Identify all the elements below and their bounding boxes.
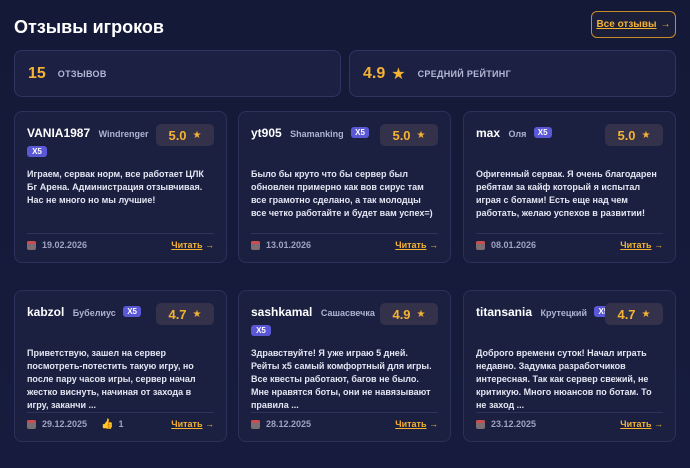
read-more-label: Читать: [620, 240, 652, 250]
review-text: Здравствуйте! Я уже играю 5 дней. Рейты …: [251, 348, 432, 411]
arrow-right-icon: →: [205, 240, 214, 250]
average-rating-label: средний рейтинг: [417, 68, 511, 79]
review-username: titansania: [476, 305, 533, 319]
review-rating-value: 5.0: [392, 127, 411, 143]
read-more-link[interactable]: Читать →: [395, 240, 438, 250]
review-card: VANIA1987 Windrenger X5 5.0 ★ Играем, се…: [14, 111, 227, 263]
review-text: Играем, сервак норм, все работает ЦЛК Бг…: [27, 169, 204, 206]
calendar-icon: [251, 240, 260, 250]
review-username: max: [476, 126, 501, 140]
average-rating-value: 4.9: [363, 64, 386, 82]
star-icon: ★: [192, 308, 202, 320]
read-more-label: Читать: [395, 419, 427, 429]
server-rate-badge: X5: [251, 325, 271, 336]
review-text: Было бы круто что бы сервер был обновлен…: [251, 169, 433, 219]
calendar-icon: [27, 240, 36, 250]
reviews-count-card: 15 отзывов: [14, 50, 341, 97]
divider: [251, 233, 438, 234]
review-card: max Оля X5 5.0 ★ Офигенный сервак. Я оче…: [463, 111, 676, 263]
calendar-icon: [476, 240, 485, 250]
divider: [27, 233, 214, 234]
arrow-right-icon: →: [660, 19, 671, 30]
star-icon: ★: [416, 308, 426, 320]
review-card: sashkamal Сашасвечка X5 4.9 ★ Здравствуй…: [238, 290, 451, 442]
review-date: 19.02.2026: [42, 240, 88, 250]
server-rate-badge: X5: [533, 127, 552, 139]
page-title: Отзывы игроков: [14, 17, 164, 37]
reviews-count-value: 15: [28, 64, 46, 82]
review-character-name: Крутецкий: [540, 308, 587, 318]
star-icon: ★: [416, 129, 426, 141]
review-rating: 4.7 ★: [156, 303, 214, 325]
review-date: 29.12.2025: [42, 419, 88, 429]
read-more-link[interactable]: Читать →: [620, 419, 663, 429]
review-character-name: Оля: [508, 129, 527, 139]
review-rating: 4.9 ★: [380, 303, 438, 325]
read-more-label: Читать: [171, 419, 203, 429]
review-rating: 5.0 ★: [156, 124, 214, 146]
review-rating-value: 4.7: [168, 306, 187, 322]
divider: [27, 412, 214, 413]
review-card: yt905 Shamanking X5 5.0 ★ Было бы круто …: [238, 111, 451, 263]
review-date: 23.12.2025: [491, 419, 537, 429]
review-rating-value: 4.9: [392, 306, 411, 322]
review-username: yt905: [251, 126, 282, 140]
read-more-link[interactable]: Читать →: [171, 240, 214, 250]
divider: [476, 412, 663, 413]
thumbs-up-icon: 👍: [101, 418, 114, 430]
review-character-name: Сашасвечка: [320, 308, 375, 318]
server-rate-badge: X5: [351, 127, 369, 139]
all-reviews-button[interactable]: Все отзывы →: [591, 11, 676, 38]
all-reviews-label: Все отзывы: [596, 19, 657, 30]
review-text: Приветствую, зашел на сервер посмотреть-…: [27, 348, 196, 411]
arrow-right-icon: →: [205, 419, 214, 429]
review-character-name: Shamanking: [290, 129, 344, 139]
server-rate-badge: X5: [123, 306, 142, 318]
read-more-link[interactable]: Читать →: [171, 419, 214, 429]
review-character-name: Бубелиус: [72, 308, 116, 318]
review-text: Доброго времени суток! Начал играть неда…: [476, 348, 652, 411]
review-card: titansania Крутецкий X5 4.7 ★ Доброго вр…: [463, 290, 676, 442]
read-more-label: Читать: [395, 240, 427, 250]
review-username: VANIA1987: [27, 126, 91, 140]
review-rating: 5.0 ★: [380, 124, 438, 146]
calendar-icon: [251, 419, 260, 429]
reviews-count-label: отзывов: [57, 68, 107, 79]
review-rating: 4.7 ★: [605, 303, 663, 325]
read-more-label: Читать: [171, 240, 203, 250]
star-icon: ★: [391, 65, 406, 83]
average-rating-card: 4.9 ★ средний рейтинг: [349, 50, 676, 97]
like-button[interactable]: 👍 1: [101, 419, 123, 430]
review-card: kabzol Бубелиус X5 4.7 ★ Приветствую, за…: [14, 290, 227, 442]
star-icon: ★: [641, 308, 651, 320]
review-rating-value: 4.7: [617, 306, 636, 322]
read-more-link[interactable]: Читать →: [395, 419, 438, 429]
read-more-link[interactable]: Читать →: [620, 240, 663, 250]
review-rating: 5.0 ★: [605, 124, 663, 146]
calendar-icon: [476, 419, 485, 429]
server-rate-badge: X5: [27, 146, 47, 157]
star-icon: ★: [192, 129, 202, 141]
review-rating-value: 5.0: [168, 127, 187, 143]
arrow-right-icon: →: [654, 419, 663, 429]
divider: [251, 412, 438, 413]
arrow-right-icon: →: [654, 240, 663, 250]
review-date: 13.01.2026: [266, 240, 312, 250]
like-count: 1: [118, 419, 124, 429]
page-header: Отзывы игроков Все отзывы →: [14, 11, 676, 40]
review-character-name: Windrenger: [98, 129, 149, 139]
review-date: 28.12.2025: [266, 419, 312, 429]
calendar-icon: [27, 419, 36, 429]
star-icon: ★: [641, 129, 651, 141]
arrow-right-icon: →: [429, 240, 438, 250]
divider: [476, 233, 663, 234]
read-more-label: Читать: [620, 419, 652, 429]
arrow-right-icon: →: [429, 419, 438, 429]
review-text: Офигенный сервак. Я очень благодарен реб…: [476, 169, 657, 219]
review-username: kabzol: [27, 305, 65, 319]
review-rating-value: 5.0: [617, 127, 636, 143]
review-username: sashkamal: [251, 305, 313, 319]
review-date: 08.01.2026: [491, 240, 537, 250]
